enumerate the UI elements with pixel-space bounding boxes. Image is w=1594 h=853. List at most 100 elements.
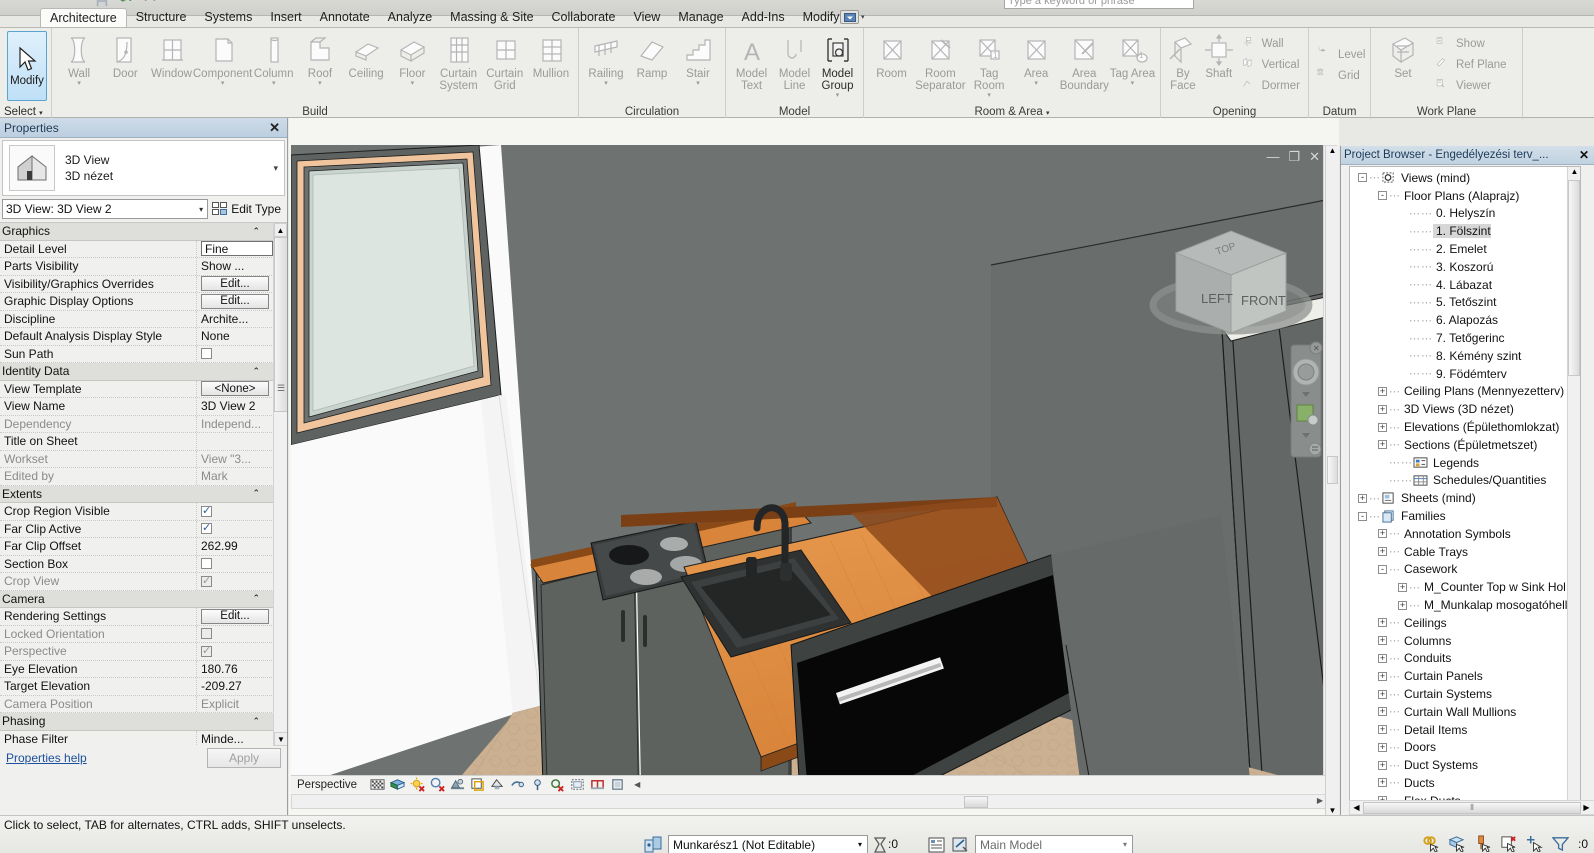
exchange-icon[interactable] [1254,0,1268,8]
help-icon[interactable] [1200,0,1214,8]
properties-group-header[interactable]: Extents ⌃ [0,485,274,503]
ribbon-button-mullion[interactable]: Mullion [528,30,574,80]
status-bar-right-icons[interactable]: :0 [1422,835,1588,852]
ribbon-button-tag-area[interactable]: 1 Tag Area ▾ [1109,30,1156,87]
expand-icon[interactable]: + [1378,618,1387,628]
ribbon-button-set[interactable]: Set [1375,30,1431,80]
exclude-options-icon[interactable] [952,836,970,853]
properties-group-header[interactable]: Camera ⌃ [0,590,274,608]
chevron-down-icon[interactable]: ▾ [987,92,991,99]
ribbon-options-button[interactable]: ▾ [840,9,870,25]
expand-icon[interactable]: + [1378,671,1387,681]
browser-tree-item[interactable]: + ⋯ M_Munkalap mosogatóhell [1350,596,1580,614]
property-value-cell[interactable] [196,555,274,572]
ribbon-button-column[interactable]: Column ▾ [251,30,297,87]
browser-tree-item[interactable]: ⋯⋯ 6. Alapozás [1350,311,1580,329]
property-value-cell[interactable]: Show ... [196,258,274,275]
property-value-cell[interactable] [196,503,274,520]
browser-tree-item[interactable]: ⋯⋯ 5. Tetőszint [1350,294,1580,312]
ribbon-tab-architecture[interactable]: Architecture [40,8,127,28]
ribbon-button-shaft[interactable]: Shaft [1201,30,1237,80]
checkbox[interactable] [201,348,212,360]
chevron-down-icon[interactable]: ▾ [318,80,322,87]
ribbon-button-railing[interactable]: Railing ▾ [583,30,629,87]
browser-vertical-scrollbar[interactable]: ▲ ▼ [1567,167,1580,813]
project-browser-tree[interactable]: - ⋯ Views (mind) - ⋯ Floor Plans (Alaprajz) ⋯⋯… [1349,166,1581,814]
scroll-down-icon[interactable]: ▼ [1326,806,1339,815]
browser-tree-item[interactable]: + ⋯ Curtain Wall Mullions [1350,703,1580,721]
chevron-down-icon[interactable]: ▾ [199,205,207,214]
ribbon-button-ramp[interactable]: Ramp [629,30,675,80]
editable-only-icon[interactable] [872,836,888,853]
apply-button[interactable]: Apply [207,748,281,768]
property-value-cell[interactable] [196,573,274,590]
viewport-window-buttons[interactable]: — ❐ ✕ [1266,149,1320,165]
properties-help-link[interactable]: Properties help [6,751,87,765]
close-icon[interactable]: ✕ [269,120,283,136]
worksets-icon[interactable] [644,836,664,853]
ribbon-button-ceiling[interactable]: Ceiling [343,30,389,80]
ribbon-button-model-text[interactable]: A Model Text [730,30,773,92]
browser-tree-item[interactable]: + ⋯ Ceiling Plans (Mennyezetterv) [1350,383,1580,401]
expand-icon[interactable]: + [1398,600,1407,610]
checkbox[interactable] [201,574,212,587]
ribbon-tab-annotate[interactable]: Annotate [311,8,379,27]
ribbon-button-viewer[interactable]: Viewer [1431,76,1511,97]
browser-tree-item[interactable]: ⋯⋯ 1. Fölszint [1350,222,1580,240]
browser-tree-item[interactable]: - ⋯ Views (mind) [1350,169,1580,187]
design-option-select[interactable]: Main Model ▾ [975,835,1133,853]
property-row[interactable]: Section Box [0,555,274,573]
edit-type-button[interactable]: Edit Type [212,202,285,216]
property-value-cell[interactable]: 262.99 [196,538,274,555]
ribbon-tab-structure[interactable]: Structure [127,8,196,27]
browser-tree-item[interactable]: + ⋯ Detail Items [1350,721,1580,739]
expand-icon[interactable]: + [1378,547,1387,557]
crop-view-icon[interactable] [470,777,485,792]
ribbon-button-wall[interactable]: Wall ▾ [56,30,102,87]
ribbon-display-icon[interactable] [840,10,859,24]
property-row[interactable]: Crop Region Visible [0,503,274,521]
properties-scrollbar[interactable]: ▲ ☰ ▼ [273,223,287,746]
ribbon-button-curtain-system[interactable]: Curtain System [435,30,481,92]
property-row[interactable]: Visibility/Graphics Overrides Edit... [0,275,274,293]
ribbon-button-room-separator[interactable]: Room Separator [915,30,966,92]
rendering-dialog-icon[interactable] [450,777,465,792]
ribbon-button-floor[interactable]: Floor ▾ [389,30,435,87]
collapse-icon[interactable]: ⌃ [252,716,274,727]
browser-tree-item[interactable]: + ⋯ Conduits [1350,650,1580,668]
expand-icon[interactable]: + [1378,778,1387,788]
scrollbar-thumb-horizontal[interactable]: ⦀ [1363,801,1581,814]
ribbon-button-tag-room[interactable]: 1 Tag Room ▾ [966,30,1013,99]
property-row[interactable]: View Name 3D View 2 [0,398,274,416]
collapse-icon[interactable]: ⌃ [252,366,274,377]
property-value-cell[interactable] [196,433,274,450]
modify-button[interactable]: Modify [7,31,47,101]
property-value-cell[interactable]: None [196,328,274,345]
expand-icon[interactable]: + [1378,760,1387,770]
chevron-down-icon[interactable]: ▾ [272,80,276,87]
constraints-icon[interactable] [610,777,625,792]
browser-tree-item[interactable]: - ⋯ Families [1350,507,1580,525]
expand-icon[interactable]: + [1398,582,1407,592]
property-value-cell[interactable]: Edit... [196,608,274,625]
collapse-icon[interactable]: ⌃ [252,593,274,604]
browser-tree-item[interactable]: + ⋯ Curtain Panels [1350,667,1580,685]
properties-type-header[interactable]: 3D View 3D nézet ▾ [2,140,285,196]
ribbon-tab-view[interactable]: View [624,8,669,27]
property-edit-button[interactable]: Edit... [201,276,269,292]
property-value-cell[interactable]: Fine [196,240,274,257]
property-value-cell[interactable]: Mark [196,468,274,485]
filter-icon[interactable] [1551,835,1569,852]
ribbon-button-model-group[interactable]: Model Group ▾ [816,30,859,99]
expand-icon[interactable]: + [1378,440,1387,450]
drag-elements-icon[interactable] [1526,835,1543,852]
browser-tree-item[interactable]: - ⋯ Casework [1350,561,1580,579]
chevron-down-icon[interactable]: ▾ [77,80,81,87]
sun-path-icon[interactable] [410,777,425,792]
browser-tree-item[interactable]: + ⋯ Ceilings [1350,614,1580,632]
property-row[interactable]: Default Analysis Display Style None [0,328,274,346]
property-edit-button[interactable]: Edit... [201,293,269,309]
view-control-bar[interactable]: Perspective ◀ [291,775,1326,793]
ribbon-button-door[interactable]: Door [102,30,148,80]
property-row[interactable]: Workset View "3... [0,450,274,468]
